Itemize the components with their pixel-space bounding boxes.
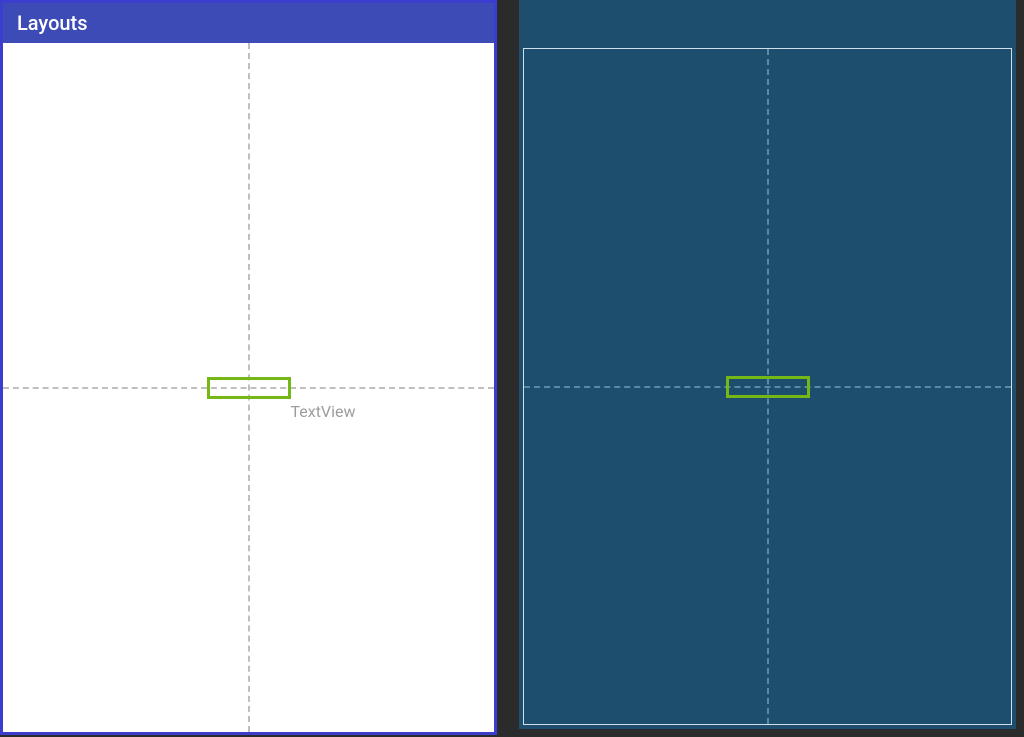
blueprint-outer	[519, 0, 1016, 729]
selected-component-label: TextView	[291, 402, 356, 421]
blueprint-canvas[interactable]	[523, 48, 1012, 725]
pane-divider[interactable]	[499, 0, 511, 737]
design-canvas[interactable]: Layouts TextView	[0, 0, 497, 735]
selected-textview[interactable]	[207, 377, 291, 399]
app-bar: Layouts	[3, 3, 494, 43]
blueprint-selected-textview[interactable]	[726, 376, 810, 398]
blueprint-pane[interactable]	[511, 0, 1024, 737]
blueprint-app-bar	[519, 0, 1016, 48]
design-body[interactable]: TextView	[3, 43, 494, 732]
app-bar-title: Layouts	[17, 11, 88, 35]
design-preview-pane[interactable]: Layouts TextView	[0, 0, 499, 737]
